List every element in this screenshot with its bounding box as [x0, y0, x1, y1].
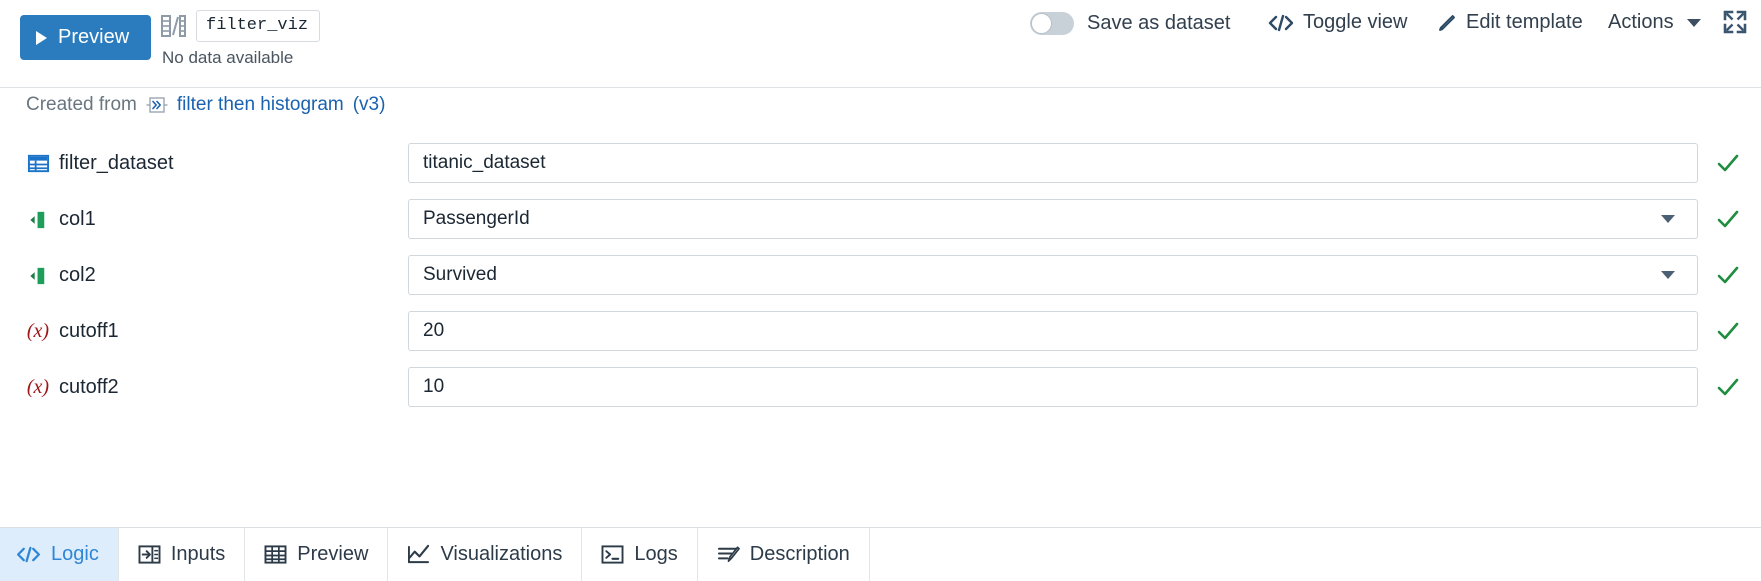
table-grid-icon	[264, 544, 287, 565]
col1-select[interactable]: PassengerId	[408, 199, 1698, 239]
top-toolbar: Preview filter_viz No data available Sav…	[0, 0, 1761, 88]
actions-menu-button[interactable]: Actions	[1608, 11, 1701, 34]
form-label: col1	[59, 207, 96, 230]
expand-icon	[1723, 10, 1747, 34]
preview-button[interactable]: Preview	[20, 15, 152, 60]
tab-visualizations[interactable]: Visualizations	[388, 528, 583, 581]
field-value: PassengerId	[423, 208, 530, 229]
created-from-bar: Created from filter then histogram (v3)	[0, 88, 1761, 121]
expand-button[interactable]	[1723, 10, 1747, 34]
form-row-col1: col1 PassengerId	[0, 191, 1761, 247]
chevron-down-icon	[1661, 215, 1675, 223]
check-icon	[1716, 319, 1740, 343]
column-icon	[26, 263, 50, 287]
tab-inputs[interactable]: Inputs	[119, 528, 246, 581]
parameters-form: filter_dataset titanic_dataset col1 Pass…	[0, 121, 1761, 528]
field-value: Survived	[423, 264, 497, 285]
save-as-dataset-toggle[interactable]: Save as dataset	[1030, 12, 1230, 35]
tab-preview[interactable]: Preview	[245, 528, 389, 581]
tab-description[interactable]: Description	[698, 528, 870, 581]
form-label: cutoff1	[59, 319, 119, 342]
tab-label: Logic	[51, 543, 99, 565]
form-row-filter-dataset: filter_dataset titanic_dataset	[0, 135, 1761, 191]
code-brackets-icon	[1268, 14, 1294, 32]
dataset-table-icon	[26, 151, 50, 175]
tab-label: Logs	[634, 543, 678, 565]
check-icon	[1716, 263, 1740, 287]
edit-lines-icon	[717, 544, 740, 565]
save-as-dataset-label: Save as dataset	[1087, 12, 1231, 34]
form-row-cutoff2: (x) cutoff2 10	[0, 359, 1761, 415]
column-icon	[26, 207, 50, 231]
code-notebook-icon	[160, 14, 186, 38]
check-icon	[1716, 207, 1740, 231]
variable-x-icon: (x)	[26, 376, 50, 398]
play-icon	[36, 30, 47, 45]
field-value: 20	[423, 320, 445, 341]
created-from-recipe-link[interactable]: filter then histogram	[177, 94, 344, 116]
tab-logic[interactable]: Logic	[0, 528, 119, 581]
actions-label: Actions	[1608, 11, 1674, 33]
col2-select[interactable]: Survived	[408, 255, 1698, 295]
toggle-view-button[interactable]: Toggle view	[1268, 11, 1408, 34]
pencil-icon	[1437, 13, 1457, 33]
form-row-col2: col2 Survived	[0, 247, 1761, 303]
cutoff2-input[interactable]: 10	[408, 367, 1698, 407]
tab-label: Description	[749, 543, 850, 565]
no-data-status: No data available	[162, 48, 294, 67]
recipe-editor-page: Preview filter_viz No data available Sav…	[0, 0, 1761, 581]
toggle-view-label: Toggle view	[1303, 11, 1408, 33]
recipe-name-input[interactable]: filter_viz	[196, 10, 320, 42]
form-row-cutoff1: (x) cutoff1 20	[0, 303, 1761, 359]
variable-x-icon: (x)	[26, 320, 50, 342]
bottom-tab-bar: Logic Inputs Preview Visualizations Logs…	[0, 528, 1761, 581]
cutoff1-input[interactable]: 20	[408, 311, 1698, 351]
form-label: cutoff2	[59, 375, 119, 398]
tab-label: Preview	[297, 543, 369, 565]
field-value: titanic_dataset	[423, 152, 546, 173]
code-brackets-icon	[16, 546, 41, 563]
edit-template-button[interactable]: Edit template	[1437, 11, 1583, 34]
chevron-down-icon	[1661, 271, 1675, 279]
recipe-chevrons-icon	[146, 95, 168, 115]
form-label: col2	[59, 263, 96, 286]
terminal-icon	[601, 544, 624, 565]
toggle-track	[1030, 12, 1074, 35]
tab-logs[interactable]: Logs	[582, 528, 698, 581]
input-arrow-icon	[138, 544, 161, 565]
preview-button-label: Preview	[58, 26, 130, 48]
form-label: filter_dataset	[59, 151, 174, 174]
field-value: 10	[423, 376, 445, 397]
check-icon	[1716, 375, 1740, 399]
created-from-label: Created from	[26, 93, 137, 115]
filter-dataset-input[interactable]: titanic_dataset	[408, 143, 1698, 183]
line-chart-icon	[407, 544, 430, 565]
edit-template-label: Edit template	[1466, 11, 1583, 33]
chevron-down-icon	[1686, 18, 1701, 27]
check-icon	[1716, 151, 1740, 175]
created-from-version: (v3)	[352, 93, 386, 115]
tab-label: Visualizations	[440, 543, 563, 565]
tab-label: Inputs	[170, 543, 226, 565]
toggle-knob	[1031, 13, 1052, 34]
